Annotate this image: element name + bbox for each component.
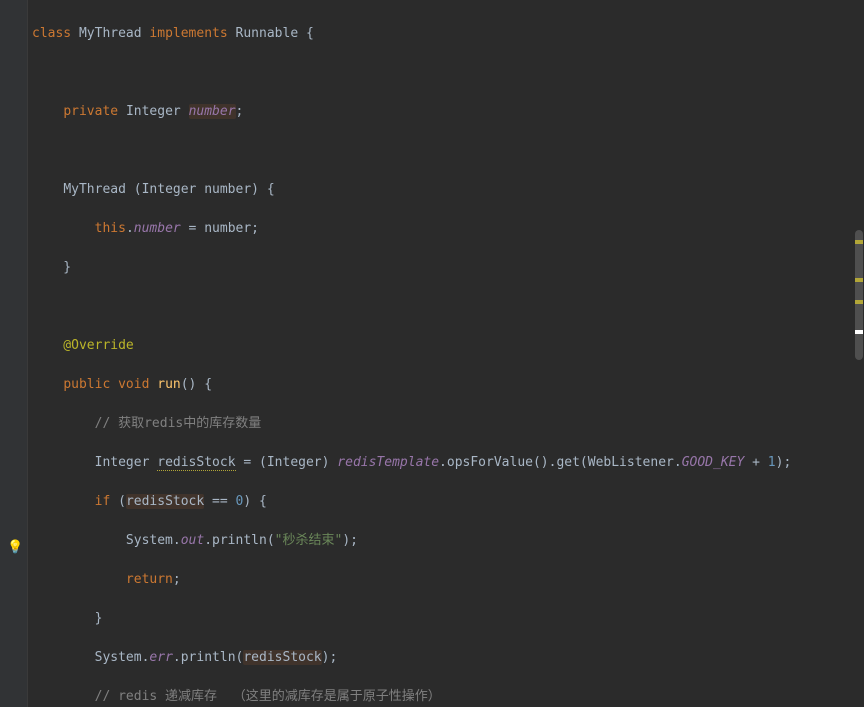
gutter: 💡 bbox=[0, 0, 28, 707]
code-line[interactable]: MyThread (Integer number) { bbox=[32, 180, 864, 200]
code-editor[interactable]: class MyThread implements Runnable { pri… bbox=[28, 0, 864, 707]
scroll-caret-marker-icon bbox=[855, 330, 863, 334]
code-line[interactable]: public void run() { bbox=[32, 375, 864, 395]
scrollbar-thumb[interactable] bbox=[855, 230, 863, 360]
scroll-marker-warning-icon[interactable] bbox=[855, 240, 863, 244]
code-line[interactable]: this.number = number; bbox=[32, 219, 864, 239]
code-line[interactable]: } bbox=[32, 609, 864, 629]
code-line[interactable]: } bbox=[32, 258, 864, 278]
code-line[interactable]: @Override bbox=[32, 336, 864, 356]
code-line[interactable]: System.out.println("秒杀结束"); bbox=[32, 531, 864, 551]
code-line[interactable]: class MyThread implements Runnable { bbox=[32, 24, 864, 44]
scroll-marker-warning-icon[interactable] bbox=[855, 278, 863, 282]
code-line[interactable]: private Integer number; bbox=[32, 102, 864, 122]
scroll-marker-warning-icon[interactable] bbox=[855, 300, 863, 304]
intention-bulb-icon[interactable]: 💡 bbox=[7, 538, 23, 558]
scrollbar[interactable] bbox=[854, 0, 864, 707]
code-line[interactable]: if (redisStock == 0) { bbox=[32, 492, 864, 512]
code-line[interactable]: // 获取redis中的库存数量 bbox=[32, 414, 864, 434]
code-line[interactable] bbox=[32, 297, 864, 317]
code-line[interactable]: // redis 递减库存 （这里的减库存是属于原子性操作） bbox=[32, 687, 864, 707]
code-line[interactable]: System.err.println(redisStock); bbox=[32, 648, 864, 668]
code-line[interactable]: Integer redisStock = (Integer) redisTemp… bbox=[32, 453, 864, 473]
code-line[interactable] bbox=[32, 141, 864, 161]
code-line[interactable] bbox=[32, 63, 864, 83]
code-line[interactable]: return; bbox=[32, 570, 864, 590]
